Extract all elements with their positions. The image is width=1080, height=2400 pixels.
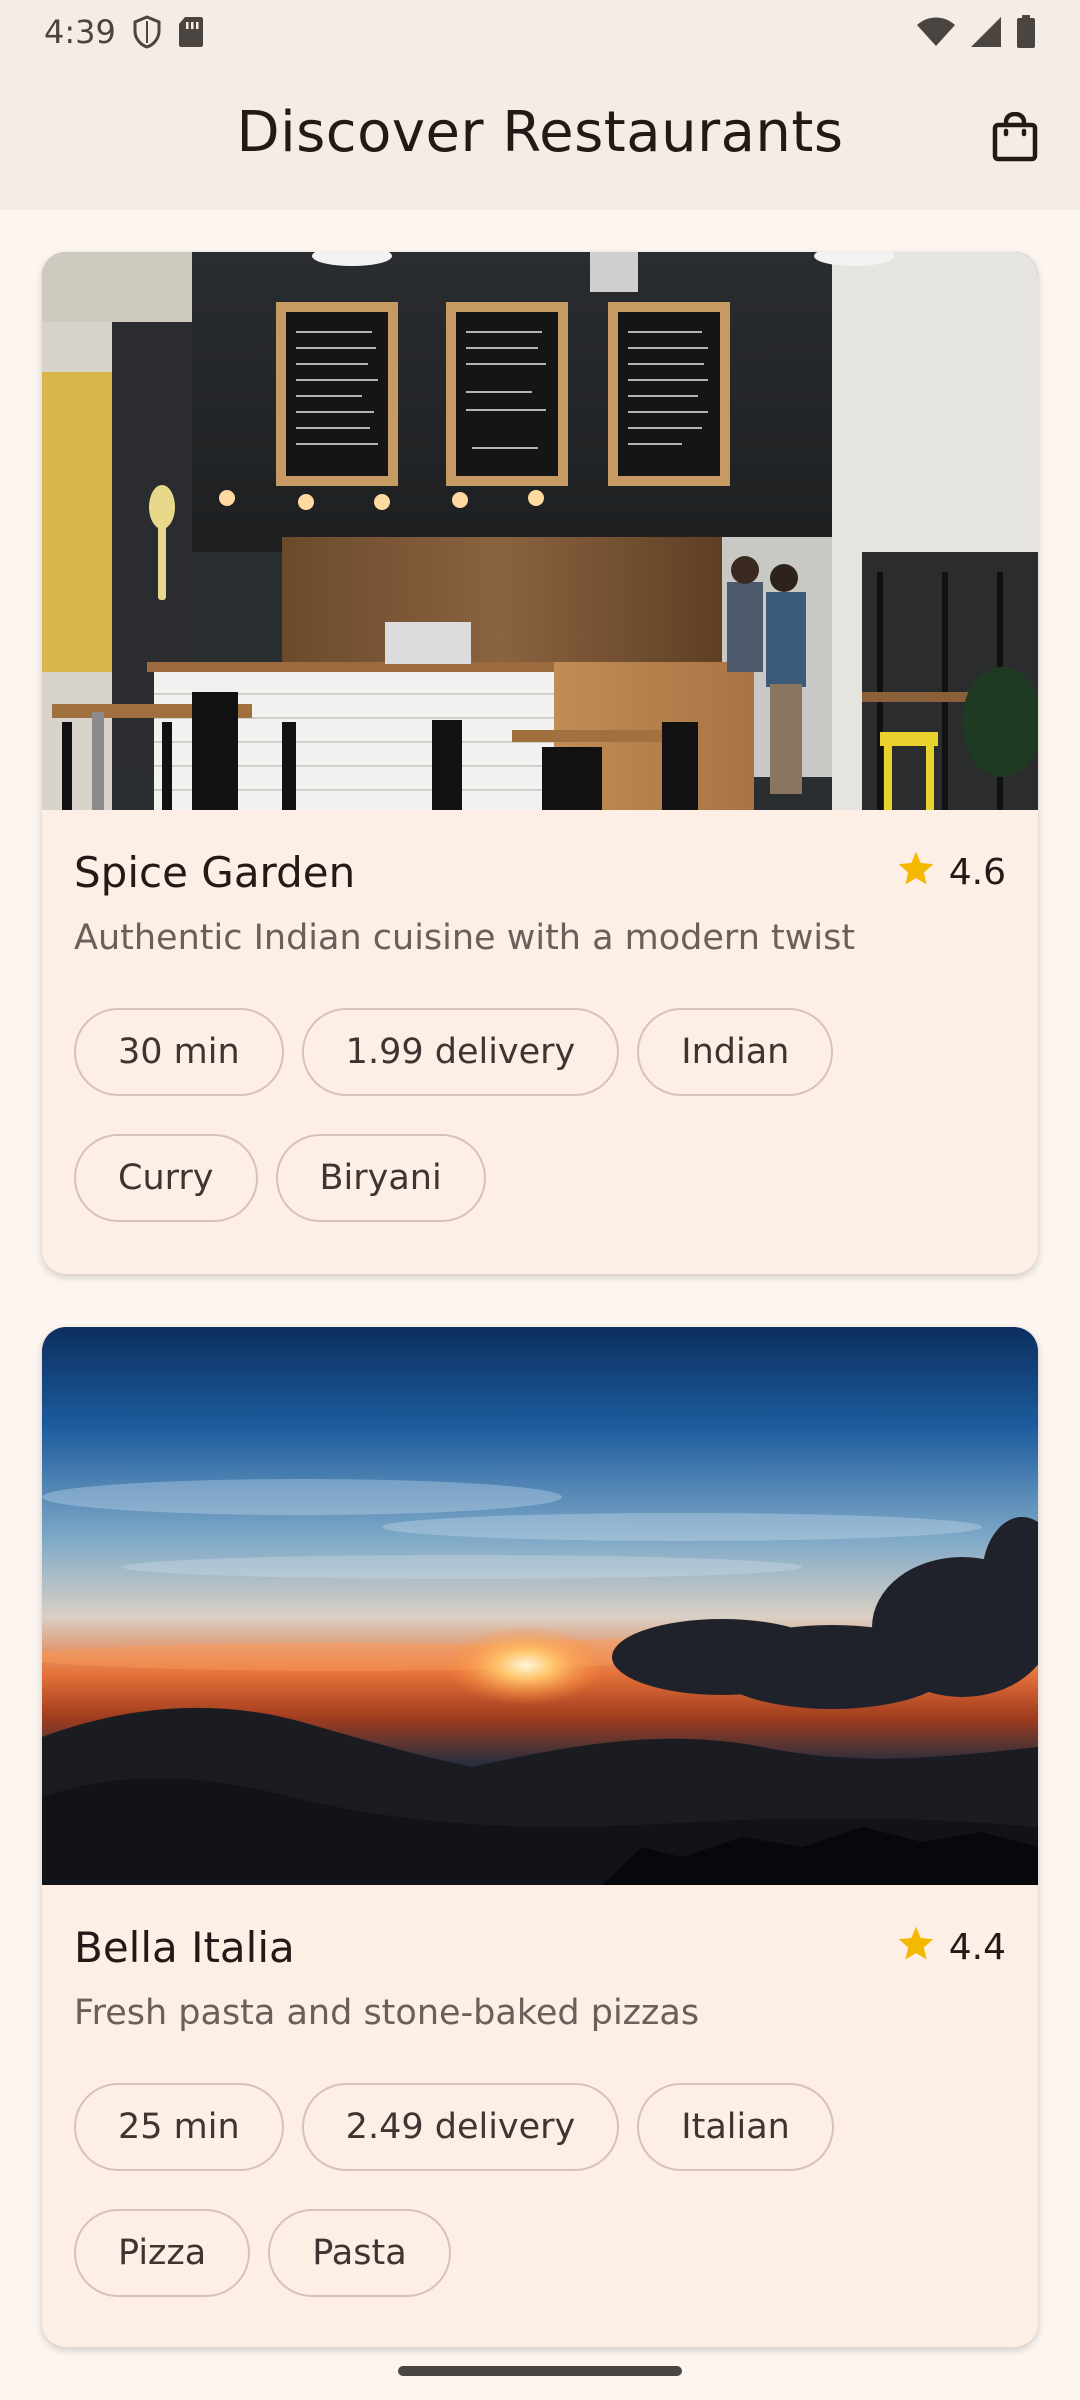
- status-bar: 4:39: [0, 0, 1080, 64]
- app-bar: Discover Restaurants: [0, 64, 1080, 210]
- chip-tag[interactable]: Pizza: [74, 2209, 251, 2297]
- restaurant-name: Bella Italia: [74, 1923, 295, 1972]
- restaurant-card[interactable]: Bella Italia 4.4 Fresh pasta and stone-b…: [42, 1327, 1038, 2347]
- star-icon: [897, 850, 935, 895]
- restaurant-name: Spice Garden: [74, 848, 356, 897]
- restaurant-card[interactable]: Spice Garden 4.6 Authentic Indian cuisin…: [42, 252, 1038, 1274]
- star-icon: [897, 1925, 935, 1970]
- home-indicator[interactable]: [398, 2366, 682, 2376]
- chip-tag[interactable]: Biryani: [275, 1134, 486, 1222]
- shopping-bag-icon: [992, 111, 1038, 166]
- rating: 4.4: [897, 1925, 1006, 1970]
- chip-cuisine[interactable]: Italian: [637, 2083, 834, 2171]
- status-time: 4:39: [44, 13, 116, 51]
- restaurant-description: Authentic Indian cuisine with a modern t…: [74, 918, 856, 958]
- chip-delivery-fee[interactable]: 2.49 delivery: [301, 2083, 620, 2171]
- chip-delivery-fee[interactable]: 1.99 delivery: [301, 1008, 620, 1096]
- chip-group: 25 min 2.49 delivery Italian Pizza Pasta: [74, 2083, 1014, 2297]
- chip-delivery-time[interactable]: 25 min: [74, 2083, 284, 2171]
- rating: 4.6: [897, 850, 1006, 895]
- cart-button[interactable]: [980, 104, 1050, 174]
- restaurant-description: Fresh pasta and stone-baked pizzas: [74, 1993, 700, 2033]
- chip-cuisine[interactable]: Indian: [637, 1008, 834, 1096]
- signal-icon: [970, 16, 1002, 48]
- chip-tag[interactable]: Curry: [74, 1134, 258, 1222]
- chip-group: 30 min 1.99 delivery Indian Curry Biryan…: [74, 1008, 1014, 1222]
- battery-icon: [1016, 15, 1036, 49]
- rating-value: 4.4: [948, 1927, 1006, 1968]
- chip-delivery-time[interactable]: 30 min: [74, 1008, 284, 1096]
- rating-value: 4.6: [948, 852, 1006, 893]
- restaurant-image: [42, 252, 1038, 810]
- sim-card-icon: [178, 16, 204, 48]
- chip-tag[interactable]: Pasta: [268, 2209, 451, 2297]
- wifi-icon: [916, 16, 956, 48]
- page-title: Discover Restaurants: [236, 100, 844, 165]
- restaurant-image: [42, 1327, 1038, 1885]
- shield-icon: [132, 15, 162, 49]
